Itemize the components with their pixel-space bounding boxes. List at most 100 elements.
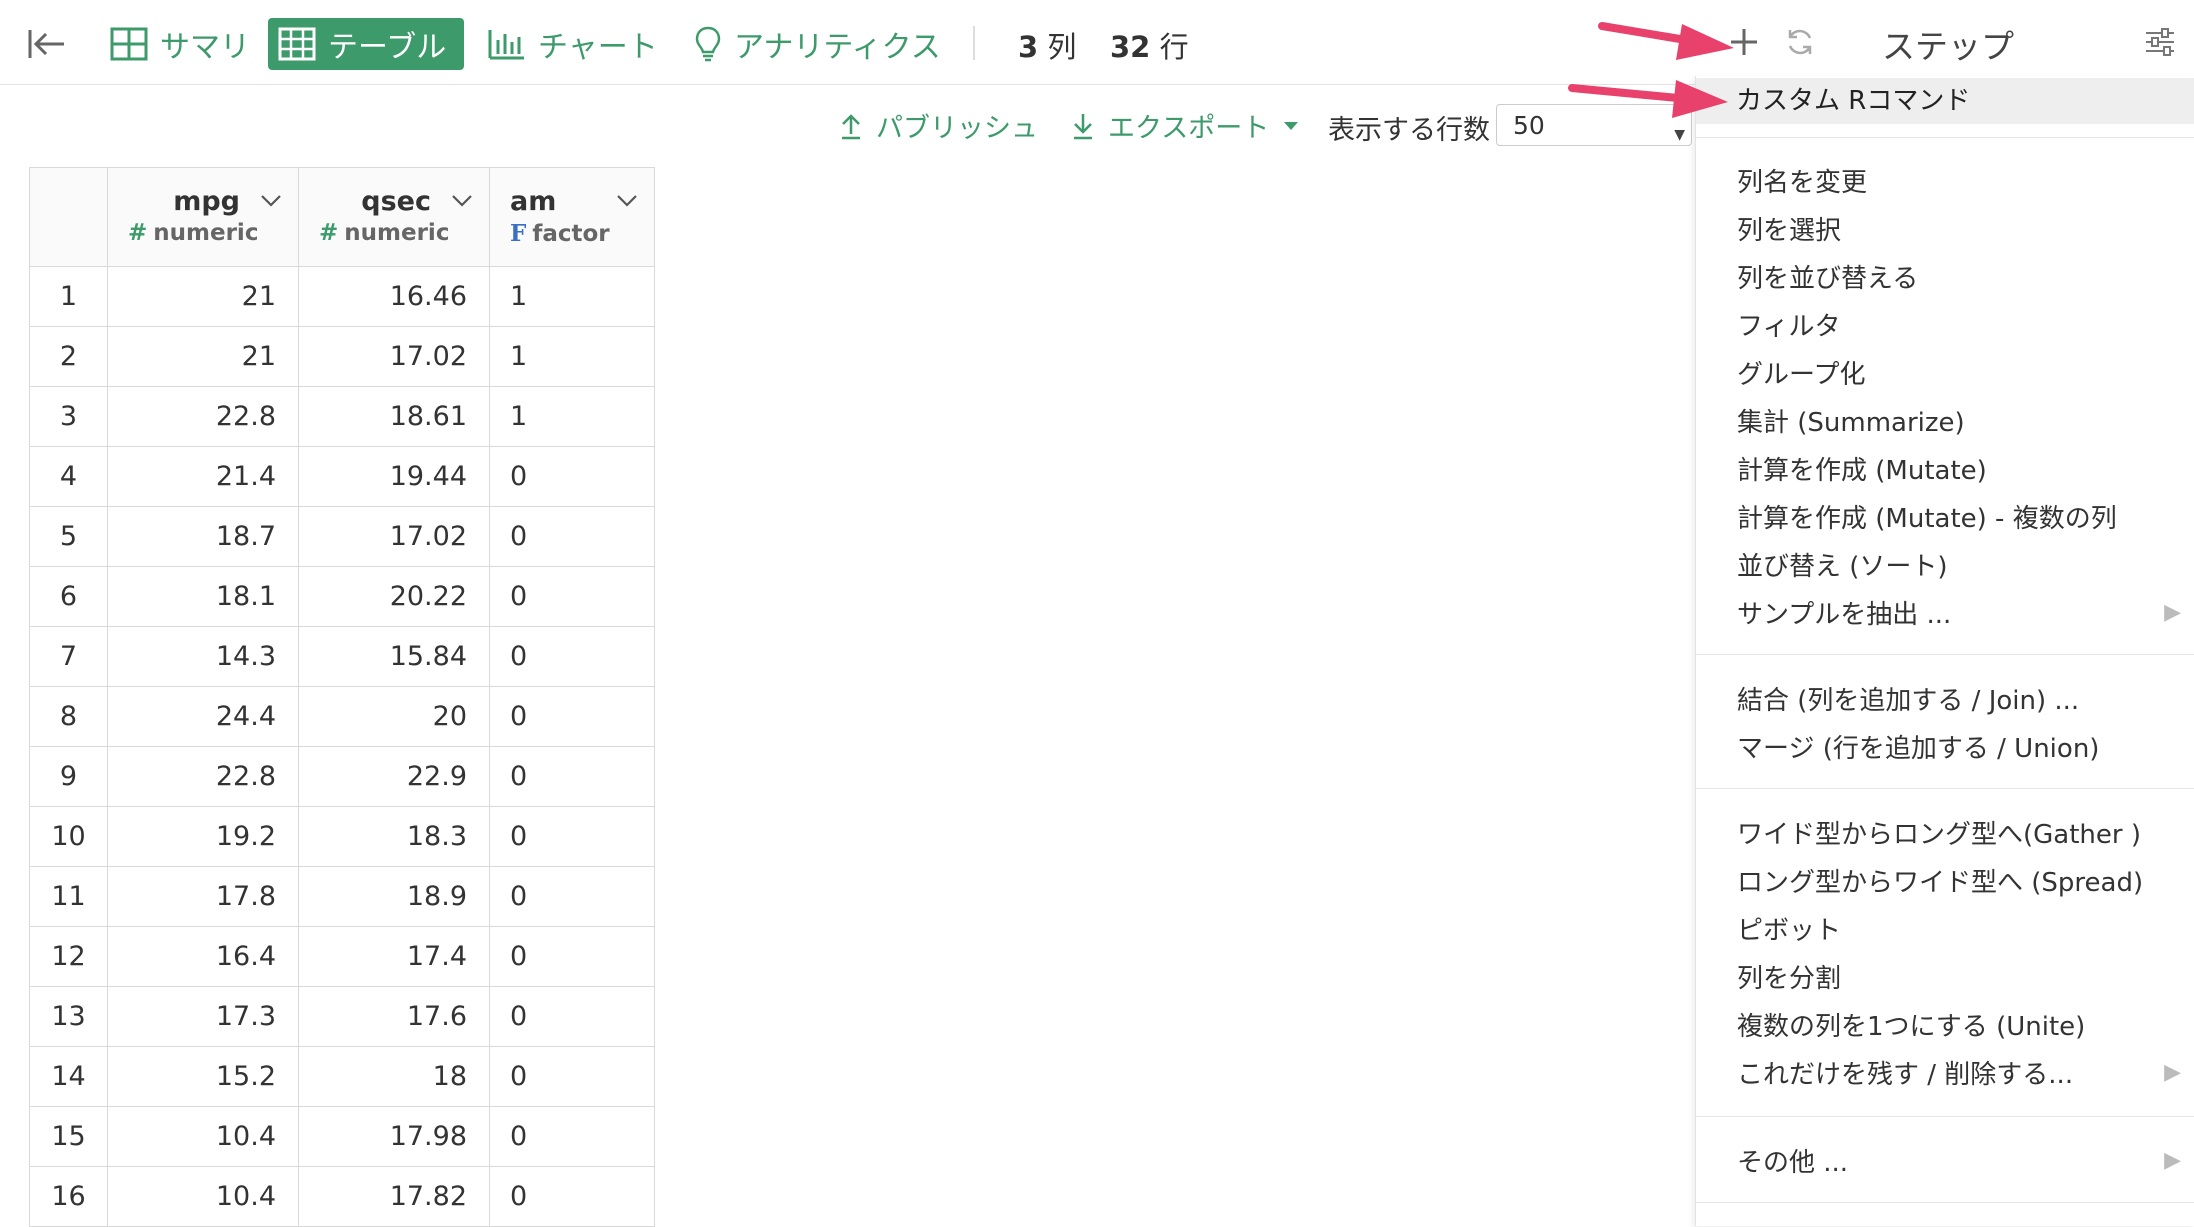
publish-label: パブリッシュ [876, 113, 1038, 144]
menu-item-spread[interactable]: ロング型からワイド型へ (Spread) [1737, 862, 2143, 899]
menu-item-mutate-multiple[interactable]: 計算を作成 (Mutate) - 複数の列 [1737, 498, 2117, 535]
menu-item-group-by[interactable]: グループ化 [1737, 354, 1865, 391]
download-icon [1074, 113, 1092, 139]
menu-item-sample[interactable]: サンプルを抽出 ... [1737, 594, 1951, 631]
tab-analytics[interactable]: アナリティクス [684, 18, 951, 70]
column-count-unit: 列 [1047, 30, 1077, 64]
row-index-cell: 10 [29, 806, 108, 867]
menu-item-keep-remove[interactable]: これだけを残す / 削除する... [1737, 1054, 2073, 1091]
rows-display-select[interactable]: 50 ▼ [1496, 104, 1692, 146]
cell-am: 0 [489, 1046, 655, 1107]
row-index-cell: 2 [29, 326, 108, 387]
row-count: 32 行 [1110, 24, 1189, 66]
refresh-icon[interactable] [1784, 26, 1816, 58]
toolbar: サマリ テーブル チャート アナリティクス 3 列 32 行 [0, 0, 1700, 85]
export-button[interactable]: エクスポート [1072, 106, 1299, 145]
menu-item-pivot[interactable]: ピボット [1737, 910, 1841, 947]
table-row[interactable]: 16 10.4 17.82 0 [29, 1166, 655, 1227]
cell-mpg: 17.8 [107, 866, 299, 927]
row-index-cell: 15 [29, 1106, 108, 1167]
tab-chart-label: チャート [538, 30, 658, 65]
table-row[interactable]: 12 16.4 17.4 0 [29, 926, 655, 987]
table-row[interactable]: 7 14.3 15.84 0 [29, 626, 655, 687]
cell-qsec: 17.02 [298, 506, 490, 567]
caret-down-icon [1284, 121, 1299, 130]
row-index-cell: 1 [29, 266, 108, 327]
table-row[interactable]: 6 18.1 20.22 0 [29, 566, 655, 627]
menu-item-rename-column[interactable]: 列名を変更 [1737, 162, 1867, 199]
rows-display-label: 表示する行数 [1328, 115, 1490, 146]
menu-item-custom-r-command[interactable]: カスタム Rコマンド [1696, 78, 2194, 124]
cell-mpg: 22.8 [107, 386, 299, 447]
menu-item-reorder-column[interactable]: 列を並び替える [1737, 258, 1918, 295]
row-index-header [29, 167, 108, 267]
add-step-icon[interactable] [1728, 26, 1760, 58]
cell-qsec: 17.6 [298, 986, 490, 1047]
chevron-down-icon[interactable] [616, 194, 638, 208]
tab-summary[interactable]: サマリ [100, 18, 260, 70]
menu-item-union[interactable]: マージ (行を追加する / Union) [1737, 728, 2099, 765]
column-header-am[interactable]: am Ffactor [489, 167, 655, 267]
settings-sliders-icon[interactable] [2144, 28, 2176, 56]
menu-item-filter[interactable]: フィルタ [1737, 306, 1840, 343]
cell-mpg: 21 [107, 266, 299, 327]
row-index-cell: 6 [29, 566, 108, 627]
submenu-arrow-icon: ▶ [2164, 1148, 2181, 1173]
column-type: # numeric [128, 220, 258, 246]
table-row[interactable]: 3 22.8 18.61 1 [29, 386, 655, 447]
collapse-left-icon[interactable] [24, 22, 68, 66]
tab-table[interactable]: テーブル [268, 18, 464, 70]
table-row[interactable]: 8 24.4 20 0 [29, 686, 655, 747]
menu-item-separate[interactable]: 列を分割 [1737, 958, 1841, 995]
table-row[interactable]: 13 17.3 17.6 0 [29, 986, 655, 1047]
cell-am: 0 [489, 566, 655, 627]
menu-item-select-column[interactable]: 列を選択 [1737, 210, 1841, 247]
table-body: 1 21 16.46 1 2 21 17.02 1 3 22.8 18.61 1 4 21.4 19.44 0… [29, 266, 655, 1227]
cell-am: 0 [489, 686, 655, 747]
row-index-cell: 13 [29, 986, 108, 1047]
table-row[interactable]: 9 22.8 22.9 0 [29, 746, 655, 807]
column-header-qsec[interactable]: qsec # numeric [298, 167, 490, 267]
table-row[interactable]: 2 21 17.02 1 [29, 326, 655, 387]
row-index-cell: 9 [29, 746, 108, 807]
cell-mpg: 17.3 [107, 986, 299, 1047]
cell-am: 0 [489, 1106, 655, 1167]
table-row[interactable]: 1 21 16.46 1 [29, 266, 655, 327]
table-row[interactable]: 11 17.8 18.9 0 [29, 866, 655, 927]
numeric-type-icon: # [319, 220, 339, 246]
summary-grid-icon [110, 27, 148, 61]
cell-mpg: 24.4 [107, 686, 299, 747]
column-type-label: numeric [153, 220, 259, 246]
menu-item-sort[interactable]: 並び替え (ソート) [1737, 546, 1948, 583]
tab-chart[interactable]: チャート [478, 18, 668, 70]
cell-mpg: 18.1 [107, 566, 299, 627]
menu-divider [1696, 137, 2194, 138]
column-name: qsec [361, 186, 431, 217]
cell-qsec: 16.46 [298, 266, 490, 327]
menu-item-summarize[interactable]: 集計 (Summarize) [1737, 402, 1965, 439]
cell-mpg: 10.4 [107, 1166, 299, 1227]
chevron-down-icon[interactable] [451, 194, 473, 208]
cell-mpg: 10.4 [107, 1106, 299, 1167]
cell-mpg: 21.4 [107, 446, 299, 507]
cell-mpg: 19.2 [107, 806, 299, 867]
table-row[interactable]: 10 19.2 18.3 0 [29, 806, 655, 867]
table-row[interactable]: 15 10.4 17.98 0 [29, 1106, 655, 1167]
publish-button[interactable]: パブリッシュ [840, 106, 1038, 145]
table-row[interactable]: 14 15.2 18 0 [29, 1046, 655, 1107]
table-row[interactable]: 4 21.4 19.44 0 [29, 446, 655, 507]
tab-summary-label: サマリ [160, 30, 250, 65]
menu-item-mutate[interactable]: 計算を作成 (Mutate) [1737, 450, 1987, 487]
chevron-down-icon[interactable] [260, 194, 282, 208]
menu-item-unite[interactable]: 複数の列を1つにする (Unite) [1737, 1006, 2085, 1043]
data-table: mpg # numeric qsec # numeric am Ffactor 12… [29, 167, 655, 1227]
submenu-arrow-icon: ▶ [2164, 600, 2181, 625]
menu-item-join[interactable]: 結合 (列を追加する / Join) ... [1737, 680, 2079, 717]
menu-item-gather[interactable]: ワイド型からロング型へ(Gather ) [1737, 814, 2141, 851]
column-type-label: numeric [344, 220, 450, 246]
toolbar-divider [973, 26, 975, 60]
column-header-mpg[interactable]: mpg # numeric [107, 167, 299, 267]
menu-item-other[interactable]: その他 ... [1737, 1142, 1848, 1179]
table-row[interactable]: 5 18.7 17.02 0 [29, 506, 655, 567]
column-type-label: factor [532, 221, 610, 247]
